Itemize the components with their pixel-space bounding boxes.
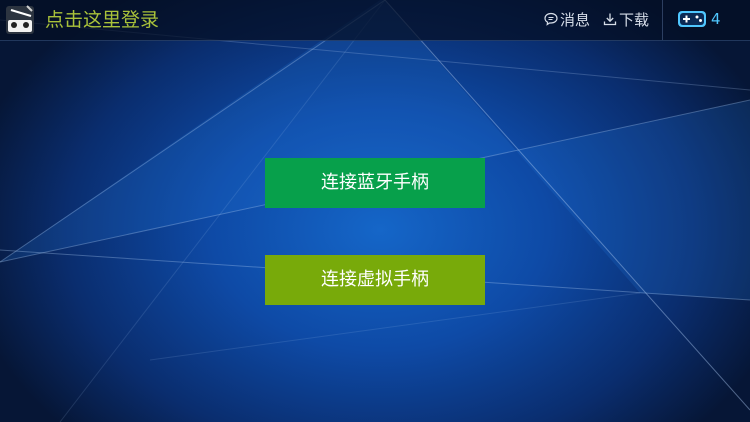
gamepad-count: 4 bbox=[711, 10, 721, 28]
download-button[interactable]: 下载 bbox=[603, 9, 649, 29]
messages-label: 消息 bbox=[560, 10, 591, 29]
download-icon bbox=[603, 13, 617, 26]
chat-bubble-icon bbox=[544, 12, 558, 26]
top-bar-divider bbox=[662, 0, 663, 40]
connect-virtual-gamepad-button[interactable]: 连接虚拟手柄 bbox=[265, 255, 485, 305]
connect-bluetooth-gamepad-button[interactable]: 连接蓝牙手柄 bbox=[265, 158, 485, 208]
download-label: 下载 bbox=[619, 10, 650, 29]
messages-button[interactable]: 消息 bbox=[544, 9, 590, 29]
gamepad-icon bbox=[678, 11, 706, 27]
background-decoration bbox=[0, 0, 750, 422]
app-screen: 点击这里登录 消息 下载 4 连接蓝牙手柄 连接虚拟手柄 bbox=[0, 0, 750, 422]
robot-avatar-icon[interactable] bbox=[5, 4, 35, 36]
top-bar: 点击这里登录 消息 下载 4 bbox=[0, 0, 750, 41]
login-link[interactable]: 点击这里登录 bbox=[45, 7, 159, 33]
gamepad-indicator[interactable]: 4 bbox=[677, 9, 721, 29]
